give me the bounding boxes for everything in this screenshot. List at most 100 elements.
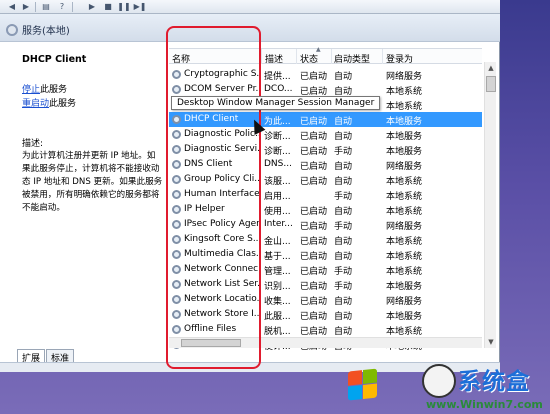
service-description-cell: 收集... [264, 297, 291, 307]
service-status-cell: 已启动 [300, 312, 328, 322]
service-status-cell: 已启动 [300, 282, 328, 292]
restart-icon[interactable]: ▶❚ [134, 2, 147, 12]
service-description-cell: 使用... [264, 207, 291, 217]
description-label: 描述: [22, 139, 44, 149]
service-description-cell: 此服... [264, 312, 291, 322]
service-description-cell: DCO... [264, 84, 293, 94]
scroll-thumb[interactable] [486, 76, 496, 92]
service-startup-type-cell: 手动 [334, 222, 353, 232]
column-header-status[interactable]: 状态 [300, 52, 318, 65]
service-description-cell: 提供... [264, 72, 291, 82]
service-description-cell: Inter... [264, 219, 293, 229]
service-status-cell: 已启动 [300, 162, 328, 172]
play-icon[interactable]: ▶ [86, 2, 98, 12]
stop-icon[interactable]: ■ [102, 2, 114, 12]
service-status-cell: 已启动 [300, 252, 328, 262]
service-description-cell: DNS... [264, 159, 292, 169]
service-logon-cell: 本地服务 [386, 312, 423, 322]
service-startup-type-cell: 自动 [334, 312, 353, 322]
service-logon-cell: 本地系统 [386, 327, 423, 337]
service-description-cell: 启用... [264, 192, 291, 202]
service-logon-cell: 本地服务 [386, 117, 423, 127]
service-startup-type-cell: 手动 [334, 147, 353, 157]
service-startup-type-cell: 自动 [334, 132, 353, 142]
help-icon[interactable]: ? [56, 2, 68, 12]
restart-service-row: 重启动此服务 [22, 96, 76, 109]
service-startup-type-cell: 自动 [334, 162, 353, 172]
service-status-cell: 已启动 [300, 177, 328, 187]
services-gear-icon [6, 23, 18, 36]
service-description-cell: 识别... [264, 282, 291, 292]
service-logon-cell: 网络服务 [386, 297, 423, 307]
service-status-cell: 已启动 [300, 222, 328, 232]
service-status-cell: 已启动 [300, 72, 328, 82]
tab-extended[interactable]: 扩展 [17, 349, 46, 364]
pause-icon[interactable]: ❚❚ [117, 2, 130, 12]
service-logon-cell: 本地系统 [386, 267, 423, 277]
tab-standard[interactable]: 标准 [46, 349, 75, 364]
sort-arrow-icon: ▲ [316, 46, 321, 53]
service-status-cell: 已启动 [300, 327, 328, 337]
stop-service-row: 停止此服务 [22, 82, 67, 95]
service-startup-type-cell: 自动 [334, 252, 353, 262]
service-startup-type-cell: 自动 [334, 72, 353, 82]
service-startup-type-cell: 自动 [334, 177, 353, 187]
service-description-cell: 为此... [264, 117, 291, 127]
stop-service-suffix: 此服务 [40, 85, 68, 95]
forward-icon[interactable]: ▶ [20, 2, 32, 12]
service-description-cell: 基于... [264, 252, 291, 262]
mascot-icon [422, 364, 456, 398]
service-status-cell: 已启动 [300, 132, 328, 142]
service-logon-cell: 本地服务 [386, 147, 423, 157]
service-logon-cell: 本地系统 [386, 192, 423, 202]
service-status-cell: 已启动 [300, 207, 328, 217]
stop-service-link[interactable]: 停止 [22, 85, 40, 95]
service-logon-cell: 本地服务 [386, 132, 423, 142]
selected-service-name: DHCP Client [22, 54, 87, 65]
scroll-down-icon[interactable]: ▼ [485, 336, 497, 348]
service-description-cell: 管理... [264, 267, 291, 277]
panel-title: 服务(本地) [6, 22, 70, 37]
column-header-startup-type[interactable]: 启动类型 [334, 52, 370, 65]
service-description: 为此计算机注册并更新 IP 地址。如果此服务停止，计算机将不能接收动态 IP 地… [22, 151, 163, 213]
service-status-cell: 已启动 [300, 117, 328, 127]
service-status-cell: 已启动 [300, 297, 328, 307]
column-header-logon-as[interactable]: 登录为 [386, 52, 413, 65]
service-startup-type-cell: 手动 [334, 282, 353, 292]
service-logon-cell: 本地系统 [386, 237, 423, 247]
service-logon-cell: 本地系统 [386, 102, 423, 112]
brand-url: www.Winwin7.com [426, 398, 543, 411]
service-startup-type-cell: 自动 [334, 327, 353, 337]
brand-name: 系统盒 [458, 369, 530, 395]
toolbar: ◀ ▶ ▤ ? ▶ ■ ❚❚ ▶❚ [0, 0, 500, 14]
windows-logo-icon [348, 368, 378, 401]
service-startup-type-cell: 自动 [334, 207, 353, 217]
service-logon-cell: 网络服务 [386, 72, 423, 82]
panel-title-text: 服务(本地) [22, 26, 70, 37]
service-logon-cell: 本地服务 [386, 282, 423, 292]
column-header-description[interactable]: 描述 [265, 52, 283, 65]
service-description-cell: 该服... [264, 177, 291, 187]
scroll-up-icon[interactable]: ▲ [485, 62, 497, 74]
service-logon-cell: 本地系统 [386, 252, 423, 262]
service-status-cell: 已启动 [300, 237, 328, 247]
view-tabs: 扩展 标准 [17, 349, 75, 364]
service-startup-type-cell: 自动 [334, 237, 353, 247]
service-startup-type-cell: 自动 [334, 297, 353, 307]
service-logon-cell: 本地系统 [386, 87, 423, 97]
vertical-scrollbar[interactable]: ▲ ▼ [484, 62, 496, 348]
service-description-cell: 诊断... [264, 147, 291, 157]
service-startup-type-cell: 手动 [334, 267, 353, 277]
service-description-cell: 诊断... [264, 132, 291, 142]
service-status-cell: 已启动 [300, 267, 328, 277]
service-description-cell: 脱机... [264, 327, 291, 337]
service-logon-cell: 网络服务 [386, 222, 423, 232]
back-icon[interactable]: ◀ [6, 2, 18, 12]
service-startup-type-cell: 手动 [334, 192, 353, 202]
service-startup-type-cell: 自动 [334, 117, 353, 127]
restart-service-link[interactable]: 重启动 [22, 99, 49, 109]
tooltip: Desktop Window Manager Session Manager [171, 96, 381, 110]
service-logon-cell: 本地系统 [386, 177, 423, 187]
service-logon-cell: 本地系统 [386, 207, 423, 217]
properties-icon[interactable]: ▤ [40, 2, 52, 12]
